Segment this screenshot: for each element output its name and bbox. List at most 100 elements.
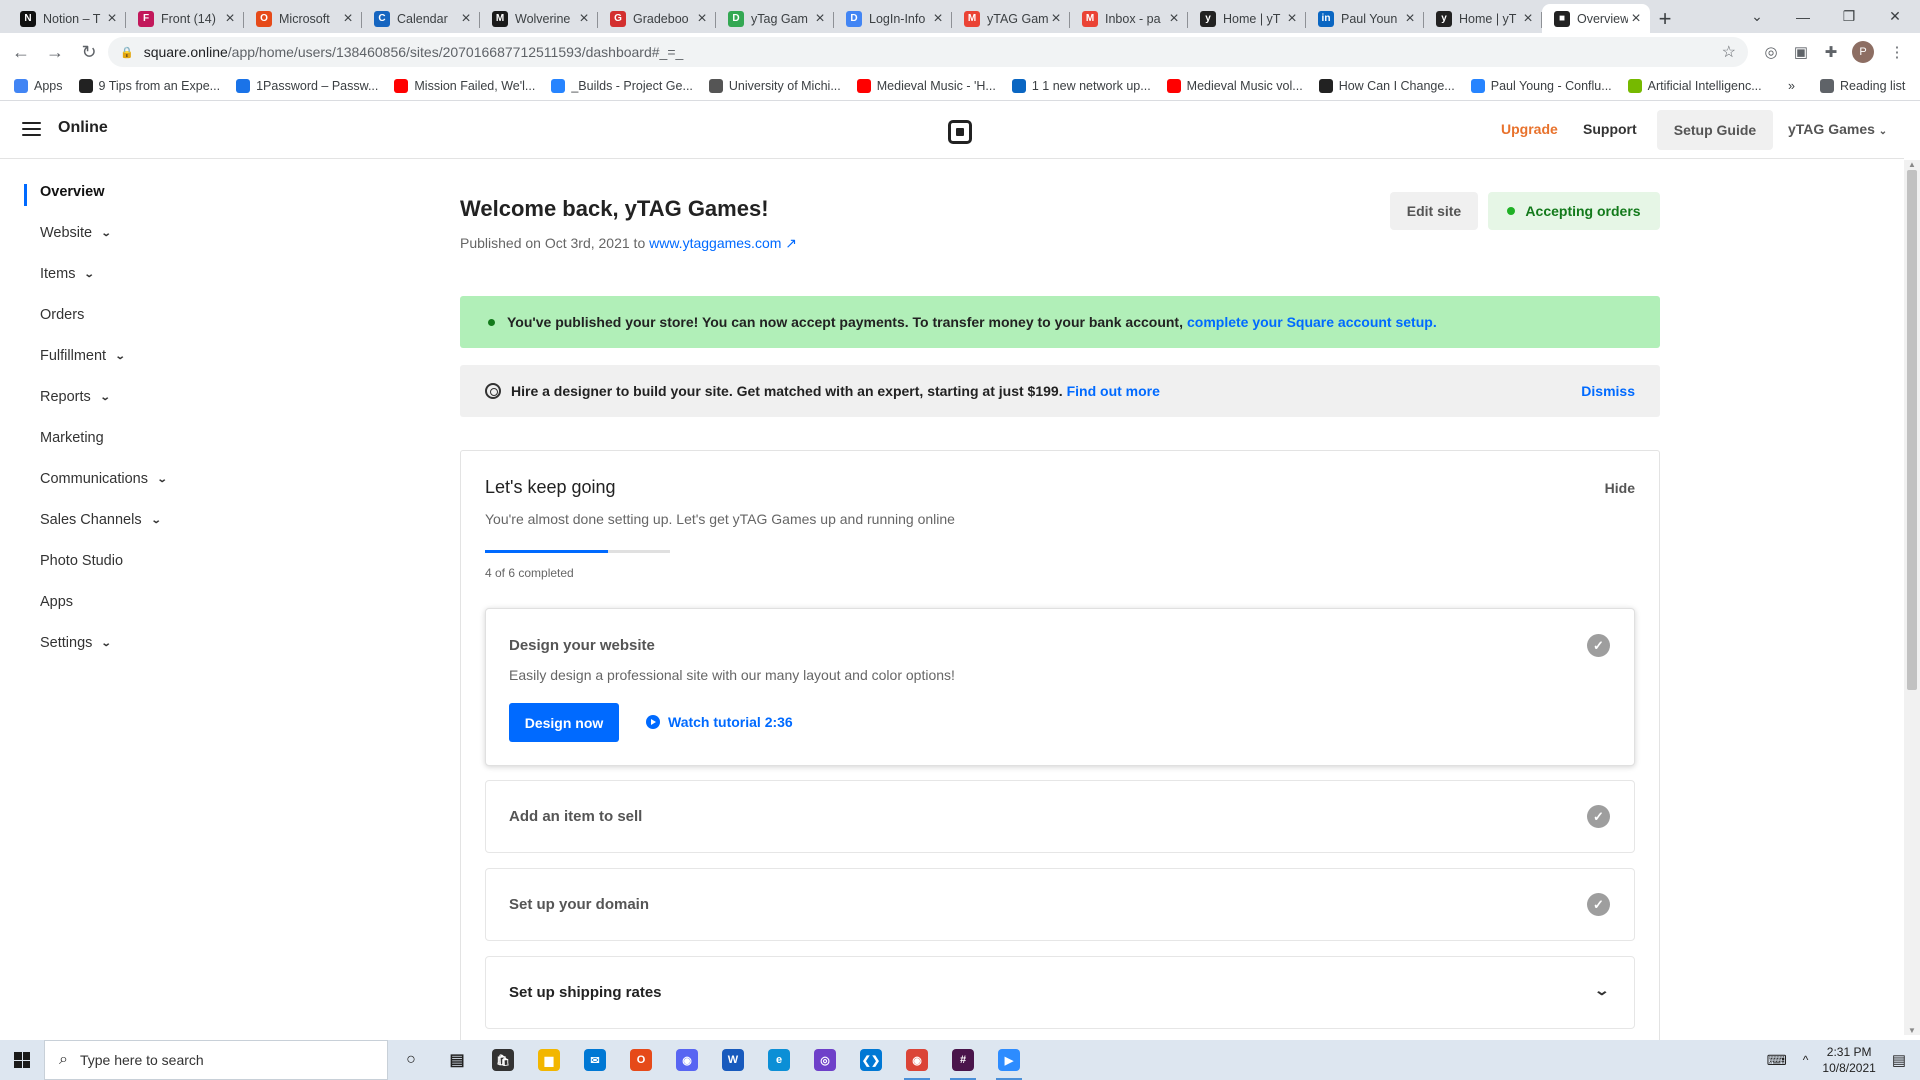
back-icon[interactable]: ←	[4, 35, 38, 69]
browser-tab[interactable]: D LogIn-Info ×	[834, 4, 952, 33]
close-tab-icon[interactable]: ×	[812, 10, 828, 28]
close-tab-icon[interactable]: ×	[576, 10, 592, 28]
browser-tab[interactable]: y Home | yT ×	[1424, 4, 1542, 33]
extension-screen-icon[interactable]: ▣	[1790, 41, 1812, 63]
bookmark-item[interactable]: _Builds - Project Ge...	[551, 78, 693, 93]
close-tab-icon[interactable]: ×	[694, 10, 710, 28]
vscode-icon[interactable]: ❮❯	[848, 1040, 894, 1080]
browser-tab[interactable]: ■ Overview ×	[1542, 4, 1650, 33]
bookmark-item[interactable]: Paul Young - Conflu...	[1470, 78, 1612, 93]
close-tab-icon[interactable]: ×	[930, 10, 946, 28]
site-link[interactable]: www.ytaggames.com ↗	[649, 235, 797, 251]
browser-tab[interactable]: C Calendar ×	[362, 4, 480, 33]
browser-tab[interactable]: F Front (14) ×	[126, 4, 244, 33]
forward-icon[interactable]: →	[38, 35, 72, 69]
scroll-up-icon[interactable]: ▲	[1908, 160, 1916, 169]
sidebar-item-apps[interactable]: Apps	[40, 594, 73, 610]
account-setup-link[interactable]: complete your Square account setup.	[1187, 314, 1437, 330]
edit-site-button[interactable]: Edit site	[1390, 192, 1478, 230]
watch-tutorial-link[interactable]: Watch tutorial 2:36	[646, 714, 793, 730]
square-logo-icon[interactable]	[948, 120, 972, 144]
close-tab-icon[interactable]: ×	[458, 10, 474, 28]
close-window-icon[interactable]: ✕	[1872, 0, 1918, 33]
restore-icon[interactable]: ❐	[1826, 0, 1872, 33]
bookmark-star-icon[interactable]: ☆	[1722, 42, 1736, 62]
close-tab-icon[interactable]: ×	[1402, 10, 1418, 28]
sidebar-item-reports[interactable]: Reports ⌄	[40, 389, 110, 405]
upgrade-link[interactable]: Upgrade	[1501, 121, 1558, 137]
bookmark-item[interactable]: 9 Tips from an Expe...	[78, 78, 220, 93]
sidebar-item-overview[interactable]: Overview	[40, 184, 105, 200]
page-scrollbar[interactable]: ▲ ▼	[1904, 160, 1920, 1035]
extensions-puzzle-icon[interactable]: ✚	[1820, 41, 1842, 63]
close-tab-icon[interactable]: ×	[340, 10, 356, 28]
sidebar-item-items[interactable]: Items ⌄	[40, 266, 95, 282]
support-link[interactable]: Support	[1583, 121, 1637, 137]
slack-icon[interactable]: #	[940, 1040, 986, 1080]
chrome-menu-icon[interactable]: ⋮	[1886, 41, 1908, 63]
task-add-item[interactable]: Add an item to sell ✓	[485, 780, 1635, 853]
chevron-down-icon[interactable]: ⌄	[1594, 982, 1610, 999]
close-tab-icon[interactable]: ×	[222, 10, 238, 28]
task-shipping-rates[interactable]: Set up shipping rates ⌄	[485, 956, 1635, 1029]
notifications-icon[interactable]: ▤	[1892, 1051, 1906, 1069]
find-out-more-link[interactable]: Find out more	[1067, 383, 1160, 399]
bookmark-item[interactable]: 1Password – Passw...	[236, 78, 378, 93]
minimize-icon[interactable]: —	[1780, 0, 1826, 33]
office-icon[interactable]: O	[618, 1040, 664, 1080]
zoom-icon[interactable]: ▶	[986, 1040, 1032, 1080]
tab-search-icon[interactable]: ⌄	[1734, 0, 1780, 33]
bookmark-item[interactable]: Mission Failed, We'l...	[394, 78, 535, 93]
word-icon[interactable]: W	[710, 1040, 756, 1080]
extension-1password-icon[interactable]: ◎	[1760, 41, 1782, 63]
close-tab-icon[interactable]: ×	[1048, 10, 1064, 28]
browser-tab[interactable]: M Inbox - pa ×	[1070, 4, 1188, 33]
chrome-icon[interactable]: ◉	[894, 1040, 940, 1080]
browser-tab[interactable]: MyTAG Gam ×	[952, 4, 1070, 33]
design-now-button[interactable]: Design now	[509, 703, 619, 742]
hamburger-menu-icon[interactable]	[22, 122, 41, 136]
browser-tab[interactable]: in Paul Youn ×	[1306, 4, 1424, 33]
dismiss-button[interactable]: Dismiss	[1581, 383, 1635, 399]
hide-button[interactable]: Hide	[1605, 480, 1635, 496]
bookmark-item[interactable]: Artificial Intelligenc...	[1627, 78, 1762, 93]
clock[interactable]: 2:31 PM 10/8/2021	[1822, 1044, 1875, 1076]
accepting-orders-button[interactable]: Accepting orders	[1488, 192, 1660, 230]
show-hidden-icons-icon[interactable]: ^	[1803, 1053, 1809, 1067]
close-tab-icon[interactable]: ×	[1628, 10, 1644, 28]
browser-tab[interactable]: G Gradeboo ×	[598, 4, 716, 33]
close-tab-icon[interactable]: ×	[1520, 10, 1536, 28]
sidebar-item-website[interactable]: Website ⌄	[40, 225, 112, 241]
sidebar-item-photo-studio[interactable]: Photo Studio	[40, 553, 123, 569]
scroll-down-icon[interactable]: ▼	[1908, 1026, 1916, 1035]
mail-icon[interactable]: ✉	[572, 1040, 618, 1080]
taskbar-search-input[interactable]: ⌕ Type here to search	[44, 1040, 388, 1080]
bookmarks-overflow-icon[interactable]: »	[1788, 79, 1795, 93]
account-menu[interactable]: yTAG Games ⌄	[1788, 121, 1887, 137]
edge-icon[interactable]: e	[756, 1040, 802, 1080]
sidebar-item-marketing[interactable]: Marketing	[40, 430, 104, 446]
bookmark-item[interactable]: Medieval Music vol...	[1166, 78, 1303, 93]
close-tab-icon[interactable]: ×	[1166, 10, 1182, 28]
sidebar-item-sales-channels[interactable]: Sales Channels ⌄	[40, 512, 161, 528]
bookmark-item[interactable]: Apps	[14, 78, 63, 93]
task-view-icon[interactable]: ▤	[434, 1040, 480, 1080]
bookmark-item[interactable]: How Can I Change...	[1318, 78, 1455, 93]
bookmark-item[interactable]: 1 1 new network up...	[1011, 78, 1151, 93]
start-button[interactable]	[0, 1040, 44, 1080]
bookmark-item[interactable]: University of Michi...	[708, 78, 841, 93]
browser-tab[interactable]: N Notion – T ×	[8, 4, 126, 33]
browser-tab[interactable]: O Microsoft ×	[244, 4, 362, 33]
bookmark-item[interactable]: Medieval Music - 'H...	[856, 78, 996, 93]
store-icon[interactable]: 🛍	[480, 1040, 526, 1080]
profile-avatar-icon[interactable]: P	[1852, 41, 1874, 63]
browser-tab[interactable]: DyTag Gam ×	[716, 4, 834, 33]
sidebar-item-communications[interactable]: Communications ⌄	[40, 471, 168, 487]
reading-list-button[interactable]: Reading list	[1820, 78, 1905, 93]
close-tab-icon[interactable]: ×	[1284, 10, 1300, 28]
sidebar-item-orders[interactable]: Orders	[40, 307, 84, 323]
address-bar[interactable]: 🔒 square.online/app/home/users/138460856…	[108, 37, 1748, 67]
keyboard-icon[interactable]: ⌨	[1767, 1052, 1787, 1069]
scrollbar-thumb[interactable]	[1907, 170, 1917, 690]
new-tab-button[interactable]: +	[1650, 4, 1680, 33]
